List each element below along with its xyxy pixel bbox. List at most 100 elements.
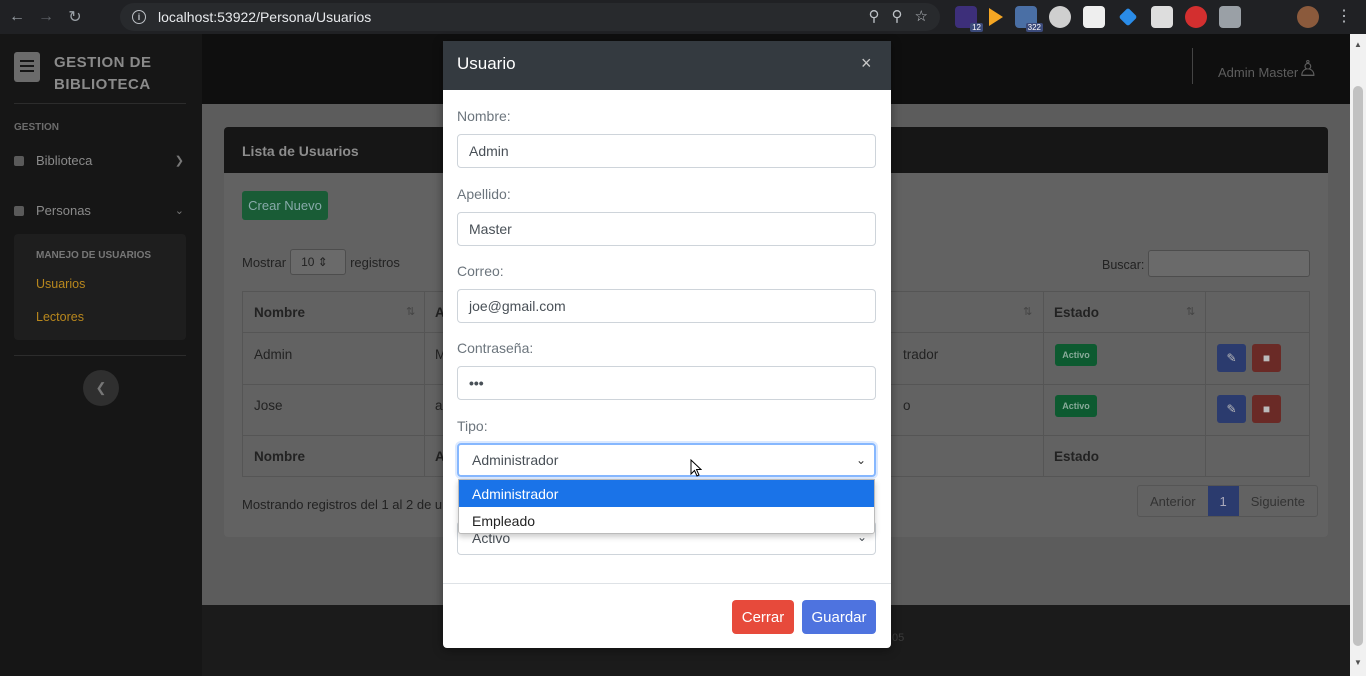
zoom-icon[interactable]: ⚲ — [892, 7, 903, 25]
cell-tipo: trador — [903, 347, 939, 362]
sidebar-item-biblioteca[interactable]: Biblioteca ❯ — [14, 153, 186, 168]
chevron-down-icon: ⌄ — [174, 205, 184, 217]
pencil-icon: ✎ — [1226, 402, 1237, 416]
extension-graduation-icon[interactable]: 12 — [955, 6, 983, 32]
page-scrollbar[interactable]: ▲ ▼ — [1350, 34, 1366, 676]
modal-title: Usuario — [457, 54, 516, 73]
extension-window-icon[interactable] — [1151, 6, 1173, 28]
chevron-down-icon: ⌄ — [855, 453, 866, 467]
divider — [443, 583, 891, 584]
page-1-button[interactable]: 1 — [1207, 486, 1239, 516]
scroll-up-icon[interactable]: ▲ — [1354, 40, 1362, 49]
back-arrow-icon[interactable]: ← — [5, 5, 29, 29]
scroll-down-icon[interactable]: ▼ — [1354, 658, 1362, 667]
option-administrador[interactable]: Administrador — [459, 480, 874, 507]
search-label: Buscar: — [1102, 258, 1145, 272]
footer-text: 05 — [892, 632, 905, 644]
delete-button[interactable]: ■ — [1252, 395, 1281, 423]
footer-header-estado: Estado — [1054, 449, 1100, 464]
extension-glasses-icon[interactable] — [1083, 6, 1105, 28]
sidebar-subpanel: MANEJO DE USUARIOS Usuarios Lectores — [14, 234, 186, 340]
sort-icon[interactable]: ⇅ — [406, 305, 415, 318]
edit-button[interactable]: ✎ — [1217, 344, 1246, 372]
divider — [1192, 48, 1193, 84]
sidebar-link-usuarios[interactable]: Usuarios — [36, 277, 85, 291]
status-badge: Activo — [1055, 344, 1097, 366]
save-button[interactable]: Guardar — [802, 600, 876, 634]
chevron-left-icon: ❮ — [95, 380, 107, 395]
apellido-label: Apellido: — [457, 186, 511, 202]
divider — [14, 103, 186, 104]
extension-cloud-icon[interactable]: 322 — [1015, 6, 1043, 32]
records-info: Mostrando registros del 1 al 2 de un — [242, 497, 450, 512]
correo-label: Correo: — [457, 263, 504, 279]
pagination: Anterior 1 Siguiente — [1137, 485, 1318, 517]
tipo-dropdown-list: Administrador Empleado — [458, 479, 875, 534]
password-input[interactable]: ••• — [457, 366, 876, 400]
brand: GESTION DE BIBLIOTECA — [14, 52, 152, 96]
user-name[interactable]: Admin Master — [1218, 65, 1298, 80]
user-modal: Usuario × Nombre: Admin Apellido: Master… — [443, 41, 891, 648]
apellido-input[interactable]: Master — [457, 212, 876, 246]
profile-avatar[interactable] — [1297, 6, 1319, 28]
sort-icon[interactable]: ⇅ — [1186, 305, 1195, 318]
key-icon[interactable]: ⚲ — [869, 7, 880, 25]
page-length-select[interactable]: 10 ⇕ — [290, 249, 347, 275]
url-text: localhost:53922/Persona/Usuarios — [158, 9, 372, 25]
trash-icon: ■ — [1262, 402, 1271, 416]
scroll-thumb[interactable] — [1353, 86, 1363, 646]
reload-icon[interactable]: ↻ — [63, 5, 87, 29]
subpanel-header: MANEJO DE USUARIOS — [36, 250, 152, 261]
status-badge: Activo — [1055, 395, 1097, 417]
sort-icon[interactable]: ⇅ — [1023, 305, 1032, 318]
extension-hand-icon[interactable] — [1185, 6, 1207, 28]
divider — [14, 355, 186, 356]
book-icon — [14, 52, 40, 82]
book-icon — [14, 155, 24, 166]
address-bar[interactable]: i localhost:53922/Persona/Usuarios ⚲ ⚲ ☆ — [120, 3, 940, 31]
card-title: Lista de Usuarios — [242, 143, 359, 159]
cell-tipo: o — [903, 398, 911, 413]
sidebar-toggle-button[interactable]: ❮ — [83, 370, 119, 406]
option-empleado[interactable]: Empleado — [459, 507, 874, 534]
close-button[interactable]: Cerrar — [732, 600, 794, 634]
forward-arrow-icon[interactable]: → — [34, 5, 58, 29]
delete-button[interactable]: ■ — [1252, 344, 1281, 372]
previous-page-button[interactable]: Anterior — [1138, 486, 1208, 516]
nombre-label: Nombre: — [457, 108, 511, 124]
sidebar-link-lectores[interactable]: Lectores — [36, 310, 84, 324]
create-new-button[interactable]: Crear Nuevo — [242, 191, 328, 220]
cell-apellido: a — [435, 398, 443, 413]
next-page-button[interactable]: Siguiente — [1239, 486, 1317, 516]
sidebar-section-label: GESTION — [14, 122, 60, 133]
trash-icon: ■ — [1262, 351, 1271, 365]
browser-menu-icon[interactable]: ⋮ — [1336, 6, 1352, 26]
bookmark-star-icon[interactable]: ☆ — [915, 7, 928, 25]
column-header-estado[interactable]: Estado — [1054, 305, 1099, 320]
pencil-icon: ✎ — [1226, 351, 1237, 365]
close-icon[interactable]: × — [861, 53, 872, 74]
sidebar: GESTION DE BIBLIOTECA GESTION Biblioteca… — [0, 34, 202, 676]
nombre-input[interactable]: Admin — [457, 134, 876, 168]
password-label: Contraseña: — [457, 340, 534, 356]
browser-toolbar: ← → ↻ i localhost:53922/Persona/Usuarios… — [0, 0, 1366, 34]
tipo-select[interactable]: Administrador ⌄ — [457, 443, 876, 477]
cell-nombre: Jose — [254, 398, 283, 413]
tipo-label: Tipo: — [457, 418, 488, 434]
correo-input[interactable]: joe@gmail.com — [457, 289, 876, 323]
mouse-cursor-icon — [690, 459, 702, 477]
user-shield-icon[interactable]: ♙ — [1298, 56, 1326, 84]
column-header-nombre[interactable]: Nombre — [254, 305, 305, 320]
extension-ghost-icon[interactable] — [1049, 6, 1071, 28]
modal-header: Usuario × — [443, 41, 891, 90]
edit-button[interactable]: ✎ — [1217, 395, 1246, 423]
extension-diamond-icon[interactable] — [1118, 7, 1138, 27]
extension-play-icon[interactable] — [989, 8, 1003, 26]
cell-nombre: Admin — [254, 347, 293, 362]
page-length-control: Mostrar 10 ⇕ registros — [242, 249, 400, 275]
chevron-right-icon: ❯ — [174, 155, 184, 167]
extensions-puzzle-icon[interactable] — [1219, 6, 1241, 28]
search-input[interactable] — [1148, 250, 1310, 277]
sidebar-item-personas[interactable]: Personas ⌄ — [14, 203, 186, 218]
site-info-icon[interactable]: i — [132, 10, 146, 24]
